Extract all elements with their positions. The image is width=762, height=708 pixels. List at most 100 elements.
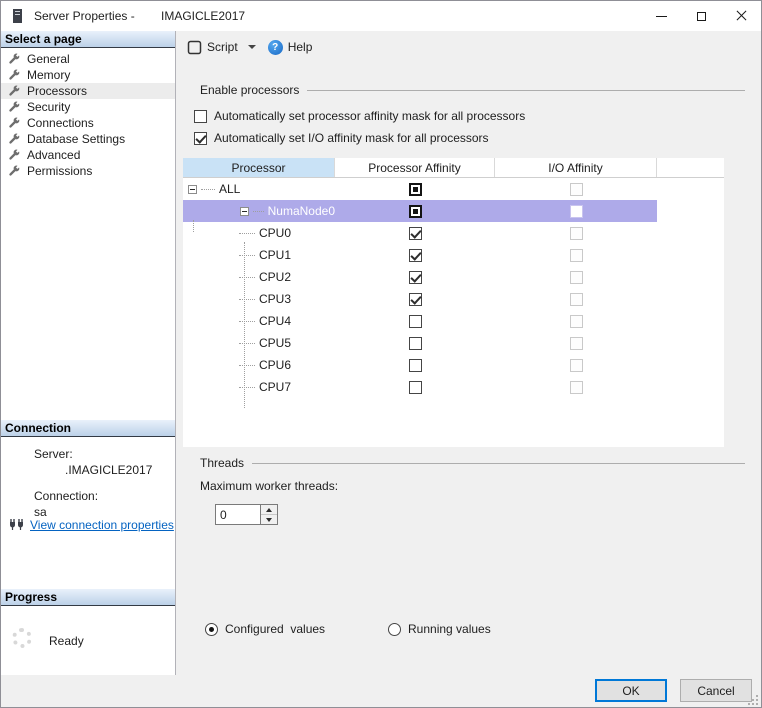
max-worker-threads-value[interactable]: 0 <box>216 505 260 524</box>
processor-name: CPU5 <box>259 336 291 350</box>
auto-processor-affinity-checkbox[interactable] <box>194 110 207 123</box>
grid-row[interactable]: CPU7 <box>183 376 657 398</box>
processor-affinity-checkbox[interactable] <box>409 293 422 306</box>
minimize-button[interactable] <box>641 1 681 31</box>
script-button[interactable]: Script <box>183 37 242 58</box>
sidebar-page-label: Advanced <box>27 148 80 162</box>
tree-expander-icon[interactable] <box>188 185 197 194</box>
grid-row[interactable]: CPU3 <box>183 288 657 310</box>
progress-header: Progress <box>1 589 175 606</box>
script-icon <box>187 40 202 55</box>
sidebar-page-item[interactable]: General <box>1 51 175 67</box>
grid-row[interactable]: CPU2 <box>183 266 657 288</box>
stepper-down-button[interactable] <box>261 515 277 524</box>
io-affinity-checkbox <box>570 359 583 372</box>
grid-row[interactable]: CPU1 <box>183 244 657 266</box>
io-affinity-checkbox <box>570 205 583 218</box>
processor-affinity-checkbox[interactable] <box>409 227 422 240</box>
running-values-radio[interactable] <box>388 623 401 636</box>
group-rule <box>307 90 745 91</box>
enable-processors-group-label: Enable processors <box>200 83 299 97</box>
tree-connector <box>201 189 215 190</box>
sidebar-page-item[interactable]: Advanced <box>1 147 175 163</box>
io-affinity-checkbox <box>570 315 583 328</box>
sidebar-page-item[interactable]: Database Settings <box>1 131 175 147</box>
sidebar-page-label: Connections <box>27 116 94 130</box>
max-worker-threads-label: Maximum worker threads: <box>200 479 338 493</box>
grid-row[interactable]: CPU4 <box>183 310 657 332</box>
grid-row[interactable]: NumaNode0 <box>183 200 657 222</box>
grid-row[interactable]: CPU5 <box>183 332 657 354</box>
processor-affinity-checkbox[interactable] <box>409 183 422 196</box>
ok-button[interactable]: OK <box>595 679 667 702</box>
processor-name: CPU4 <box>259 314 291 328</box>
script-dropdown-icon[interactable] <box>248 45 256 49</box>
sidebar-page-label: Memory <box>27 68 70 82</box>
wrench-icon <box>8 149 21 162</box>
processor-affinity-checkbox[interactable] <box>409 249 422 262</box>
running-values-label: Running values <box>408 622 491 636</box>
progress-spinner-icon <box>12 628 32 648</box>
help-button[interactable]: ? Help <box>264 37 317 58</box>
view-connection-properties-link[interactable]: View connection properties <box>30 518 174 532</box>
grid-row[interactable]: ALL <box>183 178 657 200</box>
script-label: Script <box>207 40 238 54</box>
tree-expander-icon[interactable] <box>240 207 249 216</box>
processor-affinity-checkbox[interactable] <box>409 271 422 284</box>
wrench-icon <box>8 53 21 66</box>
stepper-up-button[interactable] <box>261 505 277 515</box>
processor-affinity-checkbox[interactable] <box>409 381 422 394</box>
sidebar-page-item[interactable]: Connections <box>1 115 175 131</box>
cancel-button[interactable]: Cancel <box>680 679 752 702</box>
tree-connector <box>239 277 255 278</box>
wrench-icon <box>8 85 21 98</box>
processor-affinity-checkbox[interactable] <box>409 359 422 372</box>
processor-name: ALL <box>219 182 240 196</box>
running-values-radio-row[interactable]: Running values <box>388 622 491 636</box>
column-header-processor[interactable]: Processor <box>183 158 335 177</box>
wrench-icon <box>8 101 21 114</box>
connection-properties-icon <box>9 518 25 532</box>
connection-label: Connection: <box>34 489 169 503</box>
configured-values-radio-row[interactable]: Configured values <box>205 622 325 636</box>
close-button[interactable] <box>721 1 761 31</box>
processor-name: NumaNode0 <box>268 204 335 218</box>
sidebar-page-item[interactable]: Processors <box>1 83 175 99</box>
auto-io-affinity-label: Automatically set I/O affinity mask for … <box>214 131 489 145</box>
tree-connector <box>239 299 255 300</box>
io-affinity-checkbox <box>570 381 583 394</box>
progress-section: Progress Ready <box>1 589 175 686</box>
sidebar-page-item[interactable]: Memory <box>1 67 175 83</box>
grid-row[interactable]: CPU6 <box>183 354 657 376</box>
io-affinity-checkbox <box>570 293 583 306</box>
tree-connector <box>239 321 255 322</box>
column-header-io-affinity[interactable]: I/O Affinity <box>495 158 657 177</box>
tree-connector <box>253 211 264 212</box>
grid-row[interactable]: CPU0 <box>183 222 657 244</box>
io-affinity-checkbox <box>570 271 583 284</box>
sidebar-page-item[interactable]: Security <box>1 99 175 115</box>
configured-values-radio[interactable] <box>205 623 218 636</box>
sidebar-page-item[interactable]: Permissions <box>1 163 175 179</box>
maximize-button[interactable] <box>681 1 721 31</box>
auto-io-affinity-checkbox[interactable] <box>194 132 207 145</box>
sidebar: Select a page General Memory Processors … <box>1 31 176 675</box>
wrench-icon <box>8 69 21 82</box>
server-label: Server: <box>34 447 169 461</box>
titlebar[interactable]: Server Properties - IMAGICLE2017 <box>1 1 761 31</box>
minimize-icon <box>656 16 667 17</box>
max-worker-threads-stepper[interactable]: 0 <box>215 504 278 525</box>
column-header-processor-affinity[interactable]: Processor Affinity <box>335 158 495 177</box>
io-affinity-auto-row: Automatically set I/O affinity mask for … <box>194 131 489 145</box>
help-icon: ? <box>268 40 283 55</box>
processor-name: CPU0 <box>259 226 291 240</box>
resize-grip[interactable] <box>748 695 758 705</box>
server-value: .IMAGICLE2017 <box>65 463 169 477</box>
window-title: Server Properties - <box>34 9 135 23</box>
processor-affinity-checkbox[interactable] <box>409 315 422 328</box>
connection-value: sa <box>34 505 169 519</box>
processor-affinity-checkbox[interactable] <box>409 205 422 218</box>
select-a-page-header: Select a page <box>1 31 175 48</box>
tree-connector <box>239 343 255 344</box>
processor-affinity-checkbox[interactable] <box>409 337 422 350</box>
